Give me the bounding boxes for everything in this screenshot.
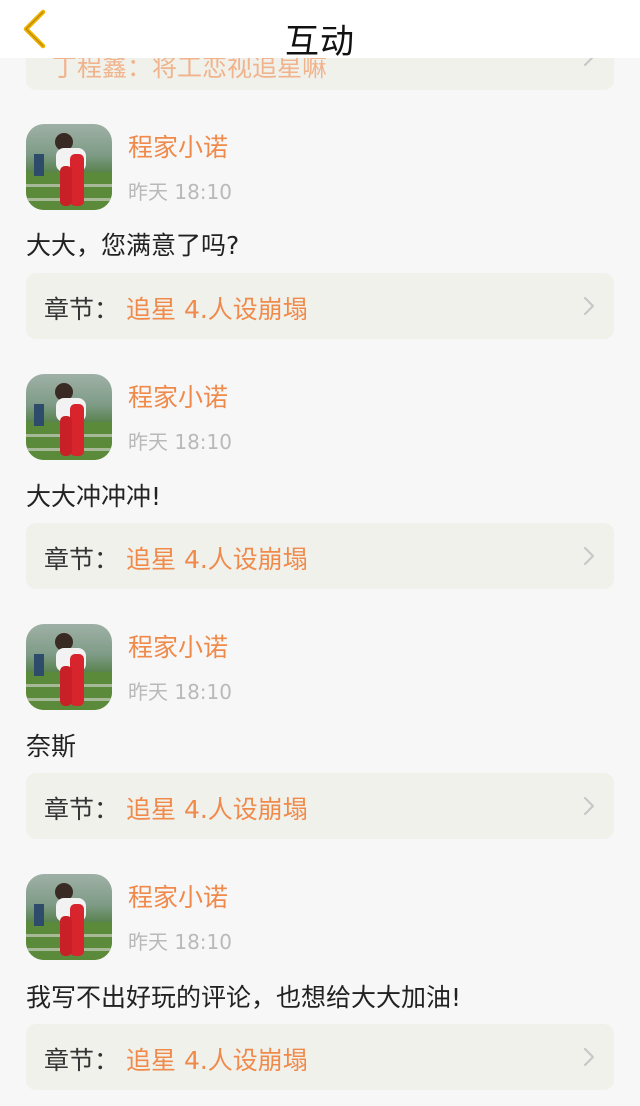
chapter-card[interactable]: 章节： 追星 4.人设崩塌	[26, 523, 614, 589]
comment-text: 奈斯	[26, 732, 77, 761]
avatar-image	[26, 383, 112, 460]
chapter-name: 追星 4.人设崩塌	[126, 295, 308, 324]
avatar-image	[26, 133, 112, 210]
comment-text: 大大，您满意了吗?	[26, 231, 240, 260]
comment-text: 我写不出好玩的评论，也想给大大加油!	[26, 983, 462, 1012]
username[interactable]: 程家小诺	[128, 878, 228, 914]
comment-text: 大大冲冲冲!	[26, 482, 162, 511]
chapter-card[interactable]: 章节： 追星 4.人设崩塌	[26, 773, 614, 839]
avatar[interactable]	[26, 374, 112, 460]
username[interactable]: 程家小诺	[128, 378, 228, 414]
chevron-right-icon	[583, 1047, 595, 1067]
nav-header: 互动	[0, 0, 640, 62]
chapter-label: 章节：	[44, 795, 120, 824]
timestamp: 昨天 18:10	[128, 180, 232, 204]
chapter-label: 章节：	[44, 545, 120, 574]
username[interactable]: 程家小诺	[128, 628, 228, 664]
timestamp: 昨天 18:10	[128, 930, 232, 954]
chevron-right-icon	[583, 546, 595, 566]
chapter-label: 章节：	[44, 295, 120, 324]
chapter-name: 追星 4.人设崩塌	[126, 795, 308, 824]
avatar[interactable]	[26, 874, 112, 960]
chapter-card[interactable]: 章节： 追星 4.人设崩塌	[26, 273, 614, 339]
timestamp: 昨天 18:10	[128, 680, 232, 704]
avatar[interactable]	[26, 624, 112, 710]
chapter-name: 追星 4.人设崩塌	[126, 1046, 308, 1075]
avatar-image	[26, 633, 112, 710]
avatar[interactable]	[26, 124, 112, 210]
chapter-card[interactable]: 章节： 追星 4.人设崩塌	[26, 1024, 614, 1090]
page-title: 互动	[285, 22, 355, 62]
timestamp: 昨天 18:10	[128, 430, 232, 454]
chapter-label: 章节：	[44, 1046, 120, 1075]
chevron-right-icon	[583, 796, 595, 816]
avatar-image	[26, 883, 112, 960]
username[interactable]: 程家小诺	[128, 128, 228, 164]
chevron-right-icon	[583, 296, 595, 316]
chapter-name: 追星 4.人设崩塌	[126, 545, 308, 574]
